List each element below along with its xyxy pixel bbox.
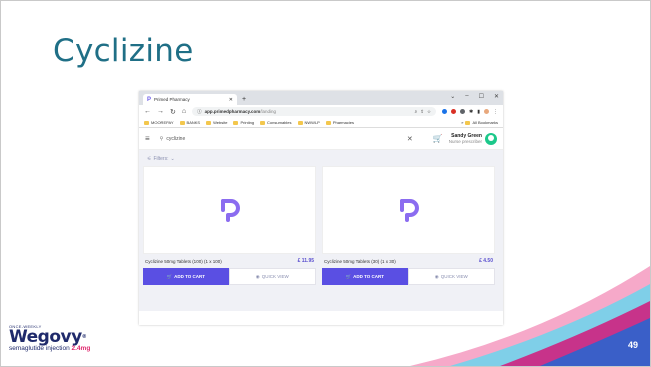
tab-label: Primed Pharmacy: [154, 97, 190, 102]
cart-icon: 🛒: [345, 273, 352, 279]
product-price: £ 4.50: [479, 258, 493, 264]
quick-view-button[interactable]: ◉ QUICK VIEW: [407, 268, 495, 285]
home-icon[interactable]: ⌂: [182, 108, 186, 115]
product-listing: ⚟ Filters: ⌄ Cyclizine 50mg Tablets (100…: [139, 150, 503, 311]
profile-avatar-icon[interactable]: [484, 109, 489, 114]
primed-logo-icon: [220, 199, 240, 222]
site-info-icon[interactable]: ⓘ: [197, 109, 202, 115]
sidebar-icon[interactable]: ▮: [477, 109, 480, 115]
wegovy-logo: ONCE-WEEKLY Wegovy® semaglutide injectio…: [9, 324, 119, 358]
search-input[interactable]: [166, 135, 404, 142]
menu-dots-icon[interactable]: ⋮: [493, 109, 498, 115]
filters-toggle[interactable]: ⚟ Filters: ⌄: [143, 154, 499, 164]
puzzle-icon[interactable]: ✱: [469, 109, 473, 115]
app-header: ≡ ⚲ ✕ 🛒 Sandy Green Nurse prescriber: [139, 128, 503, 150]
browser-window: P Primed Pharmacy ✕ + ⌄ – ☐ ✕ ← → ↻ ⌂ ⓘ …: [139, 91, 503, 325]
close-window-icon[interactable]: ✕: [494, 93, 499, 100]
forward-icon[interactable]: →: [157, 108, 164, 115]
minimize-icon[interactable]: –: [465, 93, 468, 100]
back-icon[interactable]: ←: [144, 108, 151, 115]
zoom-icon[interactable]: ⌕: [415, 109, 418, 114]
cart-icon[interactable]: 🛒: [433, 134, 443, 143]
extension-icon[interactable]: [451, 109, 457, 114]
bookmark-folder[interactable]: NWWLP: [297, 120, 320, 125]
user-profile[interactable]: Sandy Green Nurse prescriber: [448, 132, 497, 145]
quick-view-button[interactable]: ◉ QUICK VIEW: [228, 268, 316, 285]
tab-search-icon[interactable]: ⌄: [450, 93, 455, 100]
browser-tab[interactable]: P Primed Pharmacy ✕: [143, 94, 237, 105]
folder-icon: [206, 120, 212, 125]
maximize-icon[interactable]: ☐: [479, 93, 484, 100]
presentation-slide: Cyclizine 49 ONCE-WEEKLY Wegovy® semaglu…: [0, 0, 651, 367]
clear-search-icon[interactable]: ✕: [407, 135, 413, 143]
product-name: Cyclizine 50mg Tablets (30) (1 x 30): [324, 258, 396, 264]
bookmark-folder[interactable]: Consumables: [260, 120, 292, 125]
product-card: Cyclizine 50mg Tablets (30) (1 x 30) £ 4…: [322, 166, 495, 285]
folder-icon: [297, 120, 303, 125]
logo-subtitle: semaglutide injection 2.4mg: [9, 345, 91, 352]
user-name: Sandy Green: [451, 132, 482, 139]
product-price: £ 11.95: [297, 258, 314, 264]
product-image[interactable]: [322, 166, 495, 254]
add-to-cart-button[interactable]: 🛒 ADD TO CART: [143, 268, 229, 285]
folder-icon: [465, 120, 471, 125]
bookmark-folder[interactable]: BANKS: [179, 120, 200, 125]
bookmark-folder[interactable]: Printing: [233, 120, 254, 125]
folder-icon: [144, 120, 149, 125]
bookmark-folder[interactable]: Pharmacies: [325, 120, 354, 125]
search-bar: ⚲ ✕: [156, 133, 427, 145]
eye-icon: ◉: [255, 273, 260, 279]
chevron-down-icon: ⌄: [170, 156, 175, 162]
folder-icon: [325, 120, 331, 125]
product-card: Cyclizine 50mg Tablets (100) (1 x 100) £…: [143, 166, 316, 285]
slide-title: Cyclizine: [53, 33, 194, 69]
avatar[interactable]: [485, 132, 497, 145]
filter-icon: ⚟: [147, 156, 152, 162]
bookmark-folder[interactable]: Website: [206, 120, 227, 125]
share-icon[interactable]: ⇪: [420, 109, 424, 115]
logo-brand: Wegovy®: [9, 327, 87, 347]
add-to-cart-button[interactable]: 🛒 ADD TO CART: [322, 268, 408, 285]
bookmarks-bar: MOOREPAY BANKS Website Printing Consumab…: [139, 118, 503, 128]
user-role: Nurse prescriber: [448, 138, 482, 144]
reload-icon[interactable]: ↻: [170, 108, 176, 116]
browser-tabbar: P Primed Pharmacy ✕ + ⌄ – ☐ ✕: [139, 91, 503, 105]
eye-icon: ◉: [434, 273, 439, 279]
extension-icon[interactable]: [442, 109, 448, 114]
address-bar[interactable]: ⓘ app.primedpharmacy.com/landing ⌕ ⇪ ☆: [192, 107, 437, 116]
primed-favicon-icon: P: [147, 96, 152, 103]
bookmark-star-icon[interactable]: ☆: [427, 109, 431, 115]
search-icon: ⚲: [159, 135, 164, 142]
folder-icon: [233, 120, 239, 125]
chevron-right-icon: »: [461, 120, 464, 125]
folder-icon: [179, 120, 185, 125]
product-name: Cyclizine 50mg Tablets (100) (1 x 100): [145, 258, 222, 264]
extensions-area: ✱ ▮ ⋮: [442, 109, 498, 115]
url-text: app.primedpharmacy.com/landing: [204, 109, 277, 114]
window-controls: ⌄ – ☐ ✕: [450, 93, 499, 100]
extension-icon[interactable]: [460, 109, 466, 114]
folder-icon: [260, 120, 266, 125]
page-number: 49: [627, 340, 638, 350]
product-image[interactable]: [143, 166, 316, 254]
cart-icon: 🛒: [166, 273, 173, 279]
browser-toolbar: ← → ↻ ⌂ ⓘ app.primedpharmacy.com/landing…: [139, 105, 503, 118]
bookmark-folder[interactable]: MOOREPAY: [144, 120, 174, 125]
close-tab-icon[interactable]: ✕: [229, 97, 233, 103]
hamburger-menu-icon[interactable]: ≡: [145, 134, 150, 143]
primed-logo-icon: [399, 199, 419, 222]
new-tab-icon[interactable]: +: [242, 96, 246, 103]
all-bookmarks[interactable]: » All Bookmarks: [461, 120, 498, 125]
